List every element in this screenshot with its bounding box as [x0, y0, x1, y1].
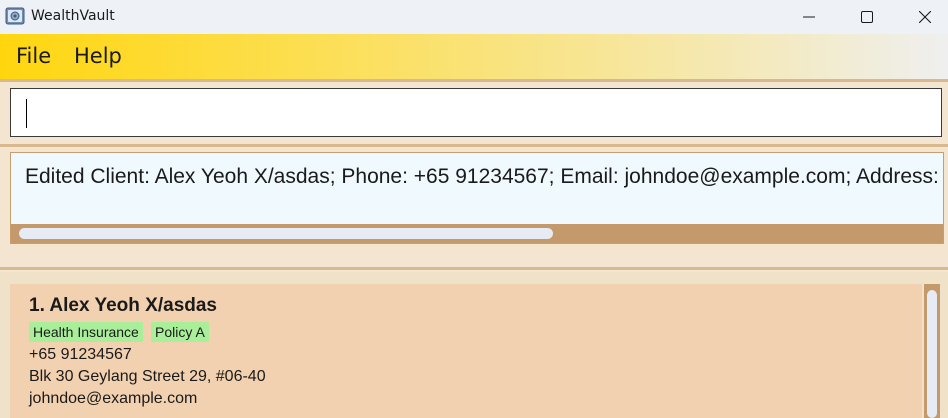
- divider: [0, 79, 948, 82]
- client-name: 1. Alex Yeoh X/asdas: [29, 295, 217, 316]
- minimize-icon: [803, 16, 815, 18]
- minimize-button[interactable]: [786, 0, 832, 34]
- client-list: 1. Alex Yeoh X/asdas Health Insurance Po…: [0, 272, 948, 418]
- maximize-button[interactable]: [844, 0, 890, 34]
- text-caret: [26, 99, 27, 128]
- client-tag: Health Insurance: [29, 322, 143, 342]
- app-window: WealthVault File Help Edited Client: Ale…: [0, 0, 948, 418]
- horizontal-scrollbar[interactable]: [11, 224, 943, 243]
- divider: [0, 267, 948, 270]
- vertical-scrollbar[interactable]: [924, 284, 940, 418]
- client-email: johndoe@example.com: [29, 390, 198, 407]
- client-phone: +65 91234567: [29, 346, 132, 363]
- menu-help[interactable]: Help: [74, 44, 122, 68]
- app-icon: [5, 6, 25, 26]
- divider: [0, 144, 948, 147]
- window-title: WealthVault: [31, 8, 115, 24]
- maximize-icon: [861, 11, 873, 23]
- client-address: Blk 30 Geylang Street 29, #06-40: [29, 368, 266, 385]
- menu-file[interactable]: File: [16, 44, 51, 68]
- close-icon: [919, 11, 931, 23]
- close-button[interactable]: [902, 0, 948, 34]
- vertical-scrollbar-thumb[interactable]: [927, 290, 937, 418]
- command-input[interactable]: [10, 88, 942, 137]
- client-card[interactable]: 1. Alex Yeoh X/asdas Health Insurance Po…: [10, 284, 922, 418]
- result-message: Edited Client: Alex Yeoh X/asdas; Phone:…: [25, 165, 943, 188]
- client-tag: Policy A: [151, 322, 209, 342]
- horizontal-scrollbar-thumb[interactable]: [19, 228, 553, 239]
- menu-bar: File Help: [0, 34, 948, 79]
- title-bar: WealthVault: [0, 0, 948, 34]
- result-display: Edited Client: Alex Yeoh X/asdas; Phone:…: [10, 152, 944, 244]
